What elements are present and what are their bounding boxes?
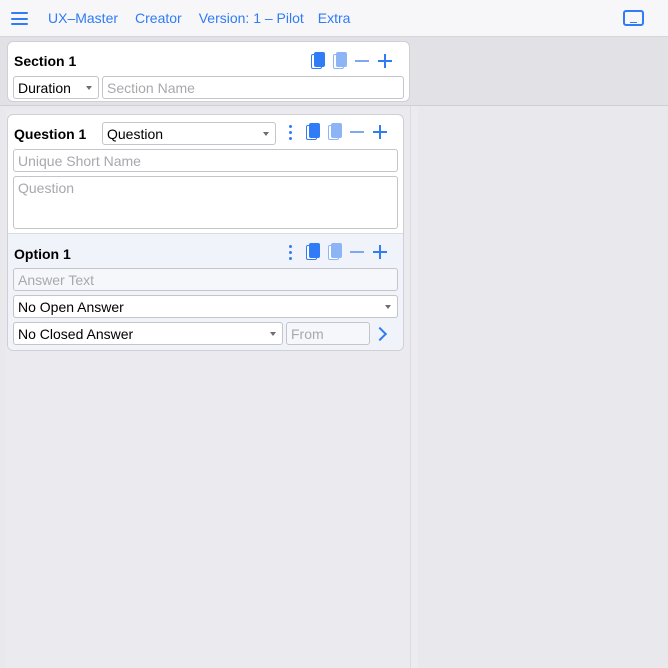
hamburger-icon[interactable]: [11, 12, 28, 25]
copy-icon[interactable]: [306, 123, 321, 141]
kebab-icon[interactable]: [286, 123, 296, 141]
chevron-right-icon[interactable]: [372, 326, 388, 342]
kebab-icon[interactable]: [286, 243, 296, 261]
closed-answer-value: No Closed Answer: [18, 326, 134, 342]
from-input[interactable]: From: [286, 322, 370, 345]
option-tools: [286, 243, 387, 261]
plus-icon[interactable]: [373, 243, 387, 261]
option-title: Option 1: [14, 246, 71, 262]
open-answer-value: No Open Answer: [18, 299, 124, 315]
nav-ux-master[interactable]: UX–Master: [48, 10, 118, 26]
top-bar: UX–Master Creator Version: 1 – Pilot Ext…: [0, 0, 668, 37]
open-answer-select[interactable]: No Open Answer: [13, 295, 398, 318]
copy-icon[interactable]: [306, 243, 321, 261]
paste-icon[interactable]: [328, 243, 343, 261]
question-card: Question 1 Question Unique Short Name Qu…: [7, 114, 404, 351]
section-tools: [311, 52, 392, 70]
section-type-select[interactable]: Duration: [13, 76, 99, 99]
paste-icon[interactable]: [328, 123, 343, 141]
section-card: Section 1 Duration Section Name: [7, 41, 410, 102]
question-type-value: Question: [107, 126, 164, 142]
nav-creator[interactable]: Creator: [135, 10, 182, 26]
preview-column: [418, 37, 668, 668]
question-tools: [286, 123, 387, 141]
minus-icon[interactable]: [355, 52, 369, 70]
section-type-value: Duration: [18, 80, 71, 96]
chevron-down-icon: [263, 132, 269, 136]
section-title: Section 1: [14, 53, 77, 69]
chevron-down-icon: [270, 332, 276, 336]
paste-icon[interactable]: [333, 52, 348, 70]
question-textarea[interactable]: Question: [13, 176, 398, 229]
screen-icon[interactable]: [623, 10, 644, 26]
plus-icon[interactable]: [378, 52, 392, 70]
question-type-select[interactable]: Question: [102, 122, 276, 145]
minus-icon[interactable]: [350, 243, 364, 261]
answer-text-input[interactable]: Answer Text: [13, 268, 398, 291]
nav-extra[interactable]: Extra: [318, 10, 351, 26]
nav-version[interactable]: Version: 1 – Pilot: [199, 10, 304, 26]
top-nav: UX–Master Creator Version: 1 – Pilot Ext…: [48, 10, 367, 26]
plus-icon[interactable]: [373, 123, 387, 141]
copy-icon[interactable]: [311, 52, 326, 70]
short-name-input[interactable]: Unique Short Name: [13, 149, 398, 172]
column-divider[interactable]: [410, 37, 418, 668]
chevron-down-icon: [385, 305, 391, 309]
closed-answer-select[interactable]: No Closed Answer: [13, 322, 283, 345]
chevron-down-icon: [86, 86, 92, 90]
option-block: Option 1 Answer Text No Open Answer No C…: [8, 233, 403, 350]
question-title: Question 1: [14, 126, 87, 142]
minus-icon[interactable]: [350, 123, 364, 141]
section-name-input[interactable]: Section Name: [102, 76, 404, 99]
